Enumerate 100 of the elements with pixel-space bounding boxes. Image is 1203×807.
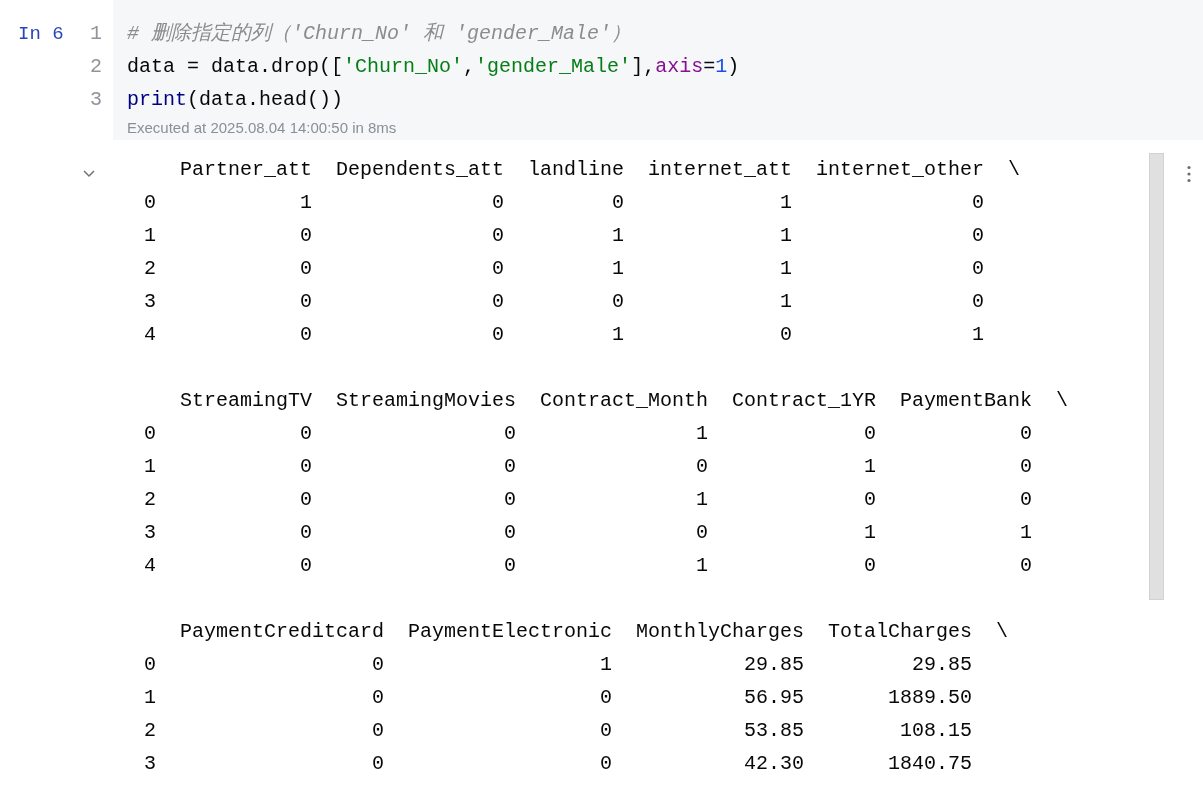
column-header: Contract_1YR [732, 388, 877, 414]
column-header: Partner_att [180, 157, 312, 183]
table-cell-text: 0 [599, 751, 613, 777]
table-cell-text: 0 [371, 685, 385, 711]
table-cell-text: 0 [299, 454, 312, 480]
row-index: 1 [144, 223, 156, 249]
table-cell-text: 0 [695, 454, 709, 480]
table-cell-text: 1889.50 [887, 685, 973, 711]
table-cell-text: 0 [599, 718, 613, 744]
table-cell-text: 0 [491, 322, 505, 348]
table-cell-text: 0 [299, 256, 312, 282]
table-cell-text: 1 [971, 322, 985, 348]
table-cell-text: 1 [1019, 520, 1033, 546]
collapse-icon[interactable] [82, 168, 96, 178]
column-header: Dependents_att [336, 157, 505, 183]
line-number: 3 [89, 87, 102, 113]
row-index: 0 [144, 652, 156, 678]
table-cell-text: 1 [863, 520, 877, 546]
table-cell-text: 0 [971, 256, 985, 282]
table-cell-text: 1 [695, 553, 709, 579]
table-cell-text: 1840.75 [887, 751, 973, 777]
table-cell-text: 0 [779, 322, 793, 348]
line-number: 2 [89, 54, 102, 80]
table-cell-text: 0 [611, 190, 625, 216]
table-cell-text: 0 [503, 421, 517, 447]
table-cell-text: 1 [299, 190, 312, 216]
table-cell-text: 0 [1019, 454, 1033, 480]
table-cell-text: 0 [371, 652, 385, 678]
table-cell-text: 0 [863, 553, 877, 579]
table-cell-text: 0 [491, 190, 505, 216]
table-cell-text: 0 [695, 520, 709, 546]
row-index: 4 [144, 322, 156, 348]
row-index: 4 [144, 553, 156, 579]
table-cell-text: 53.85 [743, 718, 805, 744]
table-cell-text: 0 [503, 487, 517, 513]
table-cell-text: 0 [299, 289, 312, 315]
table-cell-text: 1 [611, 322, 625, 348]
table-cell-text: 0 [503, 454, 517, 480]
row-index: 3 [144, 289, 156, 315]
table-cell-text: 56.95 [743, 685, 805, 711]
table-cell-text: 1 [779, 256, 793, 282]
table-cell-text: 0 [503, 520, 517, 546]
table-cell-text: 0 [971, 289, 985, 315]
table-cell-text: 29.85 [743, 652, 805, 678]
table-cell-text: 1 [611, 223, 625, 249]
line-number: 1 [89, 21, 102, 47]
table-cell-text: 0 [863, 487, 877, 513]
row-index: 3 [144, 751, 156, 777]
table-cell-text: 0 [299, 421, 312, 447]
column-header: internet_other [816, 157, 985, 183]
table-cell-text: 0 [971, 190, 985, 216]
table-cell-text: 1 [611, 256, 625, 282]
row-index: 1 [144, 454, 156, 480]
scrollbar[interactable] [1149, 153, 1164, 600]
table-cell-text: 0 [299, 322, 312, 348]
column-header: PaymentCreditcard [180, 619, 385, 645]
table-cell-text: 1 [863, 454, 877, 480]
table-cell-text: 0 [371, 751, 385, 777]
cell-prompt: In 6 [18, 22, 64, 46]
table-cell-text: 1 [599, 652, 613, 678]
row-index: 2 [144, 718, 156, 744]
column-header: Contract_Month [540, 388, 709, 414]
table-cell-text: 0 [491, 256, 505, 282]
execution-info: Executed at 2025.08.04 14:00:50 in 8ms [127, 119, 397, 137]
row-index: 3 [144, 520, 156, 546]
table-cell-text: 0 [599, 685, 613, 711]
more-icon[interactable] [1186, 165, 1192, 183]
table-cell-text: 0 [1019, 487, 1033, 513]
table-cell-text: 1 [779, 190, 793, 216]
row-index: 1 [144, 685, 156, 711]
table-cell-text: 0 [1019, 553, 1033, 579]
code-line: # 删除指定的列（'Churn_No' 和 'gender_Male'） [127, 21, 632, 47]
table-cell-text: 0 [503, 553, 517, 579]
column-header: StreamingTV [180, 388, 312, 414]
continuation-mark: \ [1008, 157, 1021, 183]
continuation-mark: \ [1056, 388, 1069, 414]
column-header: StreamingMovies [336, 388, 517, 414]
column-header: PaymentBank [900, 388, 1033, 414]
table-cell-text: 0 [863, 421, 877, 447]
row-index: 2 [144, 256, 156, 282]
column-header: MonthlyCharges [636, 619, 805, 645]
code-line: print(data.head()) [127, 87, 344, 113]
row-index: 0 [144, 190, 156, 216]
table-cell-text: 42.30 [743, 751, 805, 777]
continuation-mark: \ [996, 619, 1009, 645]
table-cell-text: 0 [611, 289, 625, 315]
table-cell-text: 0 [299, 223, 312, 249]
table-cell-text: 0 [299, 553, 312, 579]
table-cell-text: 108.15 [899, 718, 973, 744]
table-cell-text: 1 [695, 421, 709, 447]
table-cell-text: 1 [695, 487, 709, 513]
column-header: TotalCharges [828, 619, 973, 645]
table-cell-text: 29.85 [911, 652, 973, 678]
code-cell[interactable]: # 删除指定的列（'Churn_No' 和 'gender_Male'） data = data.drop(['Churn_No','gender_Male'],axis=1) print(data.head()) Executed at 2025.08.04 14:00:50 in 8ms [113, 0, 1203, 140]
row-index: 2 [144, 487, 156, 513]
table-cell-text: 1 [779, 223, 793, 249]
table-cell-text: 1 [779, 289, 793, 315]
table-cell-text: 0 [971, 223, 985, 249]
table-cell-text: 0 [299, 487, 312, 513]
code-line: data = data.drop(['Churn_No','gender_Male'],axis=1) [127, 54, 740, 80]
